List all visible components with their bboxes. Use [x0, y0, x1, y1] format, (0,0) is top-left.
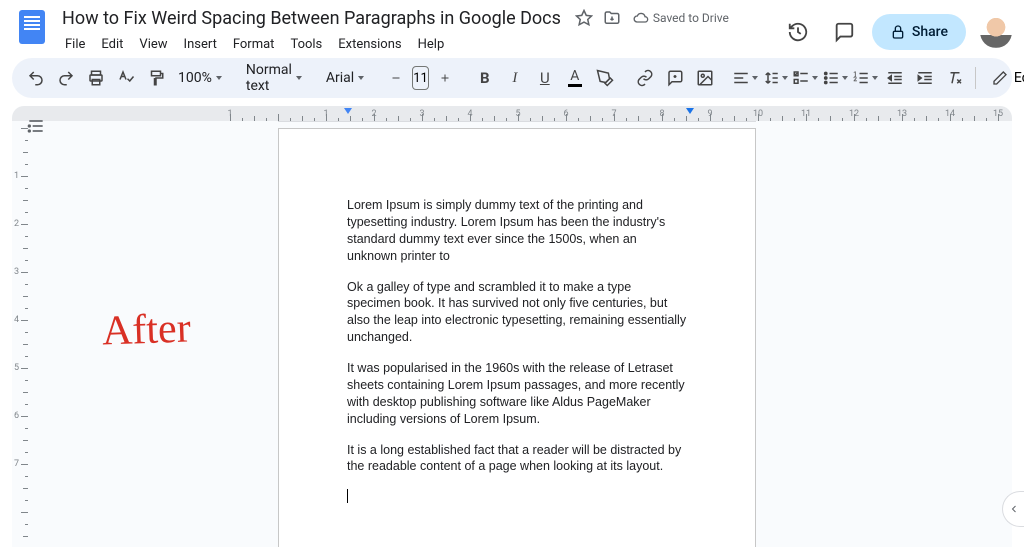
menu-format[interactable]: Format [226, 35, 282, 54]
italic-button[interactable]: I [501, 64, 529, 92]
save-status[interactable]: Saved to Drive [633, 10, 729, 26]
chevron-down-icon [842, 76, 848, 80]
paragraph-style-dropdown[interactable]: Normal text [240, 64, 308, 92]
annotation-label: After [101, 304, 191, 355]
menu-view[interactable]: View [132, 35, 174, 54]
chevron-down-icon [782, 76, 788, 80]
comments-icon[interactable] [826, 14, 862, 50]
align-button[interactable] [731, 64, 759, 92]
move-folder-icon[interactable] [603, 9, 621, 27]
line-spacing-button[interactable] [761, 64, 789, 92]
chevron-down-icon [752, 76, 758, 80]
chevron-down-icon [812, 76, 818, 80]
menu-extensions[interactable]: Extensions [331, 35, 408, 54]
left-indent-marker[interactable] [344, 108, 352, 114]
print-button[interactable] [82, 64, 110, 92]
menu-tools[interactable]: Tools [283, 35, 329, 54]
cloud-icon [633, 10, 649, 26]
chevron-down-icon [296, 76, 302, 80]
paragraph[interactable]: It was popularised in the 1960s with the… [347, 360, 687, 428]
clear-formatting-button[interactable] [941, 64, 969, 92]
vertical-ruler[interactable]: 1234567 [12, 122, 28, 547]
font-size-value: 11 [413, 71, 428, 86]
editing-mode-button[interactable]: Editing [982, 64, 1024, 92]
mode-label: Editing [1014, 70, 1024, 86]
paragraph[interactable]: Lorem Ipsum is simply dummy text of the … [347, 197, 687, 265]
highlight-button[interactable] [591, 64, 619, 92]
numbered-list-button[interactable]: 12 [851, 64, 879, 92]
paint-format-button[interactable] [142, 64, 170, 92]
insert-comment-button[interactable] [661, 64, 689, 92]
menu-insert[interactable]: Insert [177, 35, 224, 54]
menu-bar: File Edit View Insert Format Tools Exten… [58, 32, 780, 56]
share-label: Share [912, 24, 948, 40]
chevron-down-icon [216, 76, 222, 80]
paragraph[interactable]: Ok a galley of type and scrambled it to … [347, 279, 687, 347]
font-dropdown[interactable]: Arial [320, 64, 370, 92]
redo-button[interactable] [52, 64, 80, 92]
docs-logo-icon[interactable] [19, 10, 45, 44]
lock-icon [890, 24, 906, 40]
document-title[interactable]: How to Fix Weird Spacing Between Paragra… [58, 8, 565, 29]
document-page[interactable]: Lorem Ipsum is simply dummy text of the … [278, 128, 756, 547]
text-cursor [347, 489, 348, 503]
spellcheck-button[interactable] [112, 64, 140, 92]
checklist-button[interactable] [791, 64, 819, 92]
increase-font-button[interactable] [431, 64, 459, 92]
paragraph[interactable]: It is a long established fact that a rea… [347, 442, 687, 476]
menu-edit[interactable]: Edit [94, 35, 130, 54]
horizontal-ruler[interactable]: 1234567189101112131415 [12, 106, 1012, 122]
bulleted-list-button[interactable] [821, 64, 849, 92]
zoom-value: 100% [178, 70, 212, 86]
decrease-font-button[interactable] [382, 64, 410, 92]
style-value: Normal text [246, 62, 292, 94]
undo-button[interactable] [22, 64, 50, 92]
insert-link-button[interactable] [631, 64, 659, 92]
chevron-down-icon [358, 76, 364, 80]
right-indent-marker[interactable] [686, 108, 694, 114]
zoom-dropdown[interactable]: 100% [172, 64, 228, 92]
bold-button[interactable]: B [471, 64, 499, 92]
text-color-button[interactable]: A [561, 64, 589, 92]
increase-indent-button[interactable] [911, 64, 939, 92]
chevron-down-icon [872, 76, 878, 80]
toolbar: 100% Normal text Arial 11 B I U A 12 [12, 58, 1012, 98]
decrease-indent-button[interactable] [881, 64, 909, 92]
save-status-label: Saved to Drive [653, 11, 729, 25]
star-icon[interactable] [575, 9, 593, 27]
pencil-icon [992, 70, 1008, 86]
underline-button[interactable]: U [531, 64, 559, 92]
font-value: Arial [326, 70, 354, 86]
menu-help[interactable]: Help [411, 35, 452, 54]
account-avatar[interactable] [980, 16, 1012, 48]
share-button[interactable]: Share [872, 14, 966, 50]
insert-image-button[interactable] [691, 64, 719, 92]
history-icon[interactable] [780, 14, 816, 50]
show-outline-button[interactable] [26, 116, 46, 136]
svg-text:2: 2 [853, 76, 857, 83]
font-size-input[interactable]: 11 [412, 66, 429, 90]
menu-file[interactable]: File [58, 35, 92, 54]
